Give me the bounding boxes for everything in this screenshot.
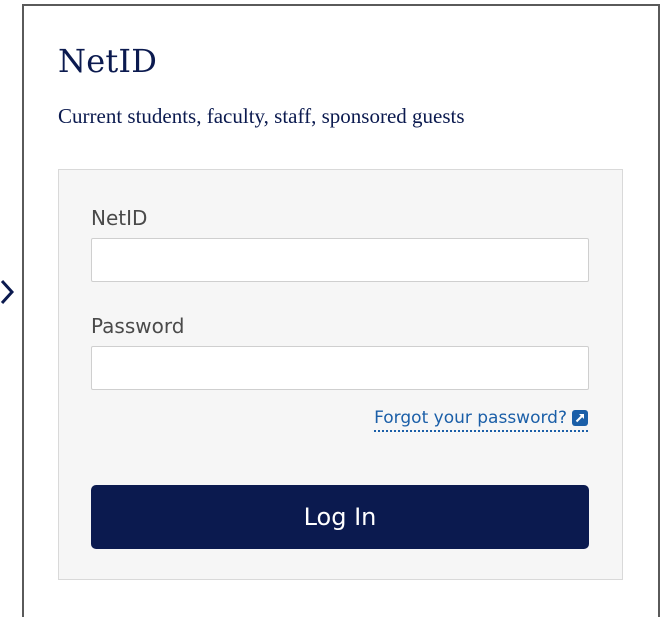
page-subtitle: Current students, faculty, staff, sponso…	[58, 104, 465, 128]
netid-label: NetID	[91, 206, 148, 230]
forgot-password-text: Forgot your password?	[374, 408, 567, 428]
page-title: NetID	[58, 42, 158, 80]
password-label: Password	[91, 314, 185, 338]
login-panel: NetID Current students, faculty, staff, …	[22, 4, 660, 617]
netid-input[interactable]	[91, 238, 589, 282]
external-link-icon	[572, 410, 588, 426]
login-form: NetID Password Forgot your password? Log…	[58, 169, 623, 580]
password-input[interactable]	[91, 346, 589, 390]
chevron-right-icon	[0, 279, 14, 305]
page: NetID Current students, faculty, staff, …	[0, 0, 666, 617]
login-button[interactable]: Log In	[91, 485, 589, 549]
forgot-password-link[interactable]: Forgot your password?	[374, 408, 588, 432]
